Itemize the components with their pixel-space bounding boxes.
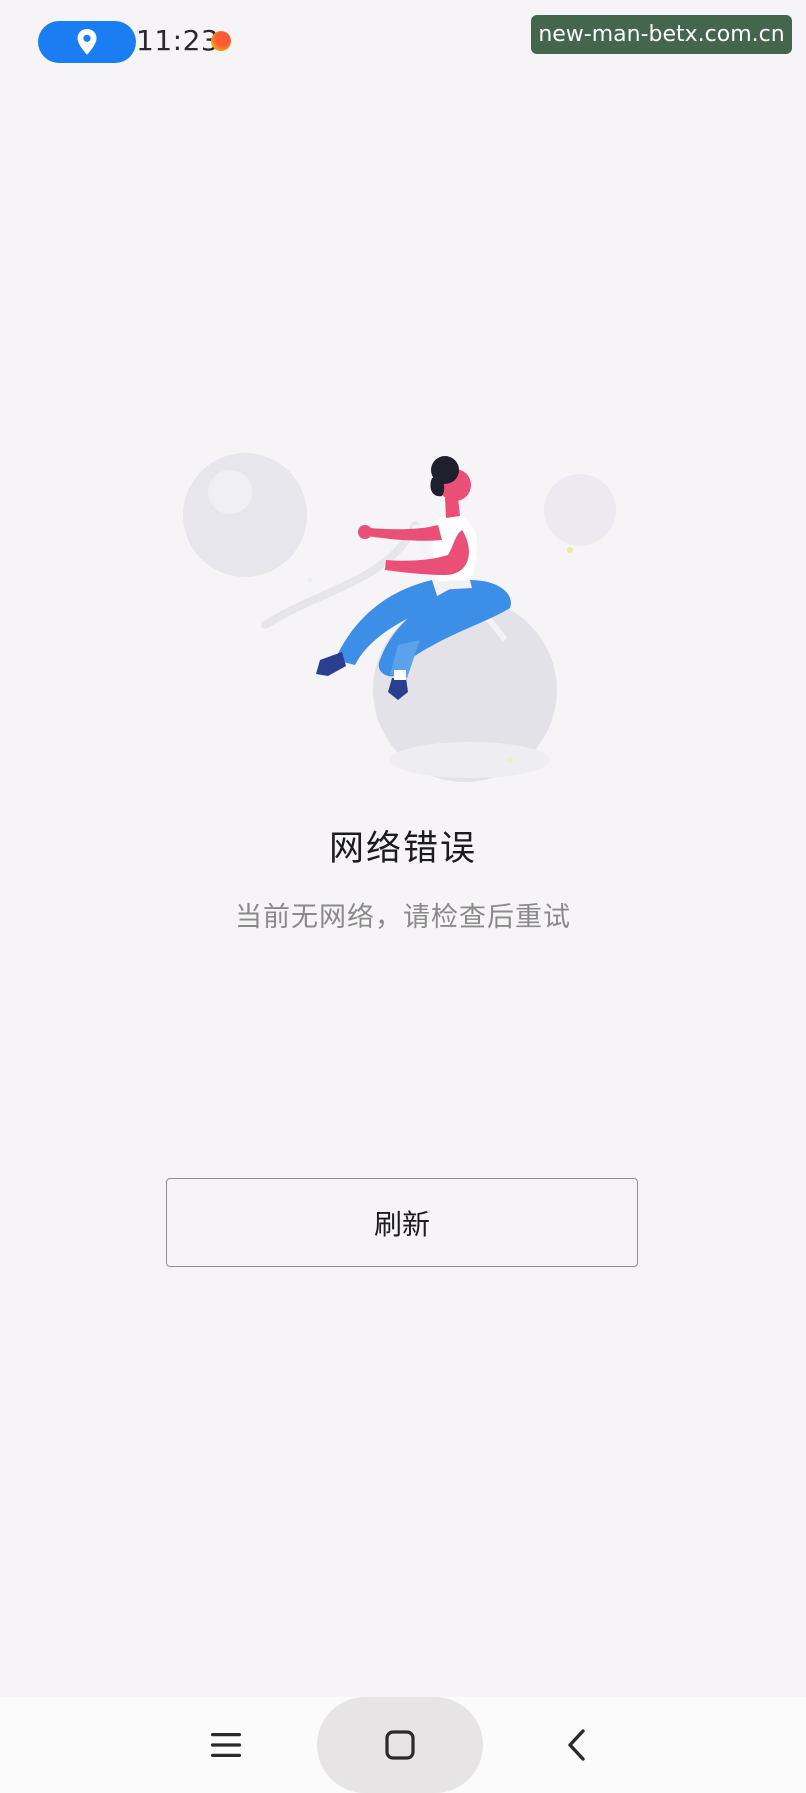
refresh-button[interactable]: 刷新 <box>166 1178 638 1267</box>
back-button[interactable] <box>554 1717 598 1773</box>
watermark: new-man-betx.com.cn <box>531 15 792 54</box>
location-pin-icon <box>77 29 97 55</box>
left-cloud <box>183 453 307 577</box>
network-error-illustration <box>183 453 616 782</box>
menu-button[interactable] <box>196 1717 256 1773</box>
right-cloud <box>544 474 616 546</box>
back-icon <box>568 1729 585 1761</box>
error-title: 网络错误 <box>328 829 477 869</box>
menu-icon <box>211 1733 241 1757</box>
status-bar: 11:23 new-man-betx.com.cn <box>0 0 806 90</box>
navigation-bar <box>0 1697 806 1793</box>
status-time: 11:23 <box>136 24 220 57</box>
home-icon <box>385 1730 415 1760</box>
error-subtitle: 当前无网络，请检查后重试 <box>235 902 571 933</box>
home-button[interactable] <box>317 1697 483 1793</box>
location-indicator[interactable] <box>38 21 136 63</box>
notification-dot-icon <box>211 31 231 51</box>
